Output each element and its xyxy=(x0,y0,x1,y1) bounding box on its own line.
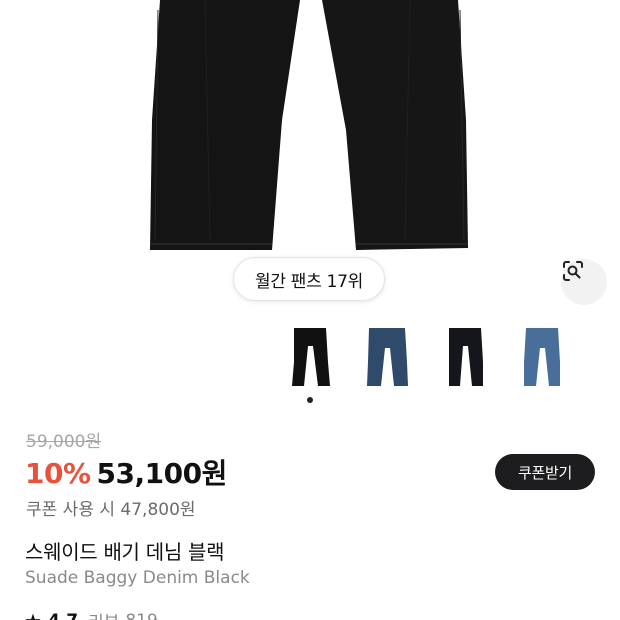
get-coupon-button[interactable]: 쿠폰받기 xyxy=(495,454,595,490)
product-hero-image[interactable]: 월간 팬츠 17위 xyxy=(0,0,620,305)
coupon-price: 쿠폰 사용 시 47,800원 xyxy=(26,500,196,520)
reviews-label: 리뷰 xyxy=(88,608,119,620)
rating-value: 4.7 xyxy=(48,611,78,620)
discount-rate: 10% xyxy=(25,457,91,490)
thumb-jeans-shape xyxy=(367,328,408,386)
image-search-button[interactable] xyxy=(561,259,607,305)
product-name-english: Suade Baggy Denim Black xyxy=(25,568,250,588)
rating-row[interactable]: ★ 4.7 리뷰 819 xyxy=(24,608,158,620)
product-name-korean: 스웨이드 배기 데님 블랙 xyxy=(25,540,225,564)
carousel-indicator-dot xyxy=(307,397,313,403)
thumbnail-mid-blue[interactable] xyxy=(512,322,574,390)
thumb-jeans-shape xyxy=(449,328,483,386)
thumb-jeans-shape xyxy=(524,328,560,386)
thumb-jeans-shape xyxy=(292,328,330,386)
reviews-count: 819 xyxy=(125,611,157,620)
thumbnail-raw-black[interactable] xyxy=(435,322,497,390)
color-thumbnails xyxy=(0,322,620,392)
jeans-image xyxy=(150,0,468,250)
thumbnail-dark-indigo[interactable] xyxy=(357,322,419,390)
camera-search-icon xyxy=(563,261,583,281)
sale-price: 53,100원 xyxy=(96,457,228,490)
thumbnail-black[interactable] xyxy=(280,322,342,390)
star-icon: ★ xyxy=(24,609,42,620)
product-detail-page: 월간 팬츠 17위 59,000원 10% 53,100원 쿠폰받기 쿠폰 사용… xyxy=(0,0,620,620)
monthly-rank-badge[interactable]: 월간 팬츠 17위 xyxy=(233,257,385,301)
original-price: 59,000원 xyxy=(26,432,102,452)
price-row: 10% 53,100원 xyxy=(25,452,227,492)
